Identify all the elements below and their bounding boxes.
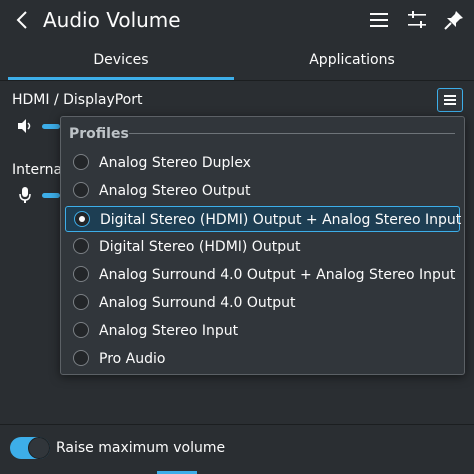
chevron-left-icon[interactable] (12, 8, 32, 32)
section-divider (129, 133, 455, 134)
profile-label: Pro Audio (99, 351, 166, 367)
profile-label: Digital Stereo (HDMI) Output + Analog St… (100, 212, 462, 228)
device-label-internal: Interna (12, 162, 63, 178)
section-header-profiles: Profiles (69, 126, 129, 142)
profile-label: Digital Stereo (HDMI) Output (99, 239, 301, 255)
profile-item[interactable]: Analog Stereo Input (65, 318, 460, 344)
radio-button[interactable] (73, 294, 89, 310)
profile-item-selected[interactable]: Digital Stereo (HDMI) Output + Analog St… (65, 206, 462, 232)
hamburger-icon (444, 95, 456, 105)
profiles-popup-menu: Profiles Analog Stereo Duplex Analog Ste… (60, 116, 465, 375)
radio-button[interactable] (73, 350, 89, 366)
microphone-icon[interactable] (18, 186, 32, 204)
device-label-hdmi: HDMI / DisplayPort (12, 92, 143, 108)
tab-bar: Devices Applications (0, 43, 474, 80)
radio-button[interactable] (73, 322, 89, 338)
radio-button[interactable] (73, 238, 89, 254)
configure-icon[interactable] (405, 8, 429, 32)
radio-button[interactable] (73, 266, 89, 282)
profile-label: Analog Stereo Output (99, 183, 251, 199)
radio-button[interactable] (73, 154, 89, 170)
tab-devices[interactable]: Devices (8, 43, 234, 77)
radio-dot (79, 216, 85, 222)
speaker-icon[interactable] (16, 118, 34, 134)
profile-label: Analog Stereo Duplex (99, 155, 251, 171)
toggle-knob (28, 437, 50, 459)
volume-slider-hdmi[interactable] (42, 124, 60, 129)
profile-item[interactable]: Digital Stereo (HDMI) Output (65, 234, 460, 260)
header: Audio Volume (0, 0, 474, 40)
profile-menu-button[interactable] (437, 88, 463, 112)
profile-item[interactable]: Analog Stereo Output (65, 178, 460, 204)
footer-divider (0, 424, 474, 425)
raise-max-volume-label: Raise maximum volume (56, 440, 226, 456)
profile-label: Analog Surround 4.0 Output (99, 295, 296, 311)
profile-item[interactable]: Pro Audio (65, 346, 460, 372)
radio-button[interactable] (73, 182, 89, 198)
divider (0, 80, 474, 81)
profile-label: Analog Stereo Input (99, 323, 239, 339)
hamburger-icon[interactable] (367, 8, 391, 32)
tab-applications[interactable]: Applications (238, 43, 466, 77)
pin-icon[interactable] (442, 8, 466, 32)
raise-max-volume-toggle[interactable] (10, 437, 50, 459)
profile-item[interactable]: Analog Surround 4.0 Output + Analog Ster… (65, 262, 460, 288)
profile-item[interactable]: Analog Surround 4.0 Output (65, 290, 460, 316)
profile-item[interactable]: Analog Stereo Duplex (65, 150, 460, 176)
radio-button-checked[interactable] (74, 211, 90, 227)
profile-label: Analog Surround 4.0 Output + Analog Ster… (99, 267, 456, 283)
volume-slider-internal[interactable] (42, 193, 60, 198)
page-title: Audio Volume (43, 8, 181, 32)
